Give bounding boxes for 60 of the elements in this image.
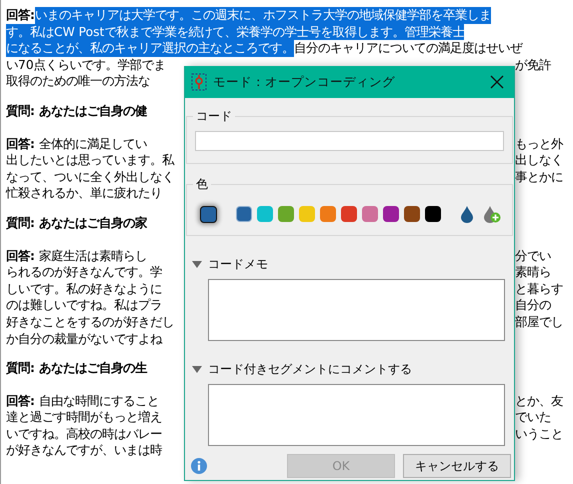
body-text: 自分の — [514, 297, 552, 314]
body-text: いですね。高校の時はバレー — [6, 426, 163, 442]
color-swatch[interactable] — [341, 206, 357, 222]
body-text: もっと外 — [514, 136, 564, 152]
body-text: 素晴ら — [514, 264, 552, 281]
color-swatch[interactable] — [362, 206, 378, 222]
coding-mode-icon — [191, 73, 207, 91]
code-input-field[interactable] — [195, 131, 504, 151]
body-text: 自分のキャリアについての満足度はせいぜ — [294, 40, 522, 57]
section-label: コード付きセグメントにコメントする — [208, 361, 412, 378]
memo-text-area[interactable] — [208, 384, 505, 446]
selected-text: になることが、私のキャリア選択の主なところです。 — [6, 40, 294, 57]
body-text: か自分の裁量がないですよね — [6, 330, 164, 348]
color-swatch[interactable] — [425, 206, 441, 222]
add-drop-icon[interactable] — [483, 205, 501, 223]
color-swatch[interactable] — [257, 206, 273, 222]
drop-icon[interactable] — [460, 205, 474, 223]
body-text: が好きなんですが、いまは時 — [6, 442, 163, 460]
body-text: 出しなく — [514, 152, 564, 169]
body-text: と暮らす — [514, 280, 564, 298]
body-text: 回答: 自由な時間にすること — [6, 392, 160, 410]
question-text: 質問: あなたはご自身の生 — [6, 360, 148, 377]
color-swatch[interactable] — [404, 206, 420, 222]
body-text: が免許 — [514, 56, 552, 74]
body-text: 出したいとは思っています。私 — [6, 152, 176, 169]
body-text: 回答: 家庭生活は素晴らし — [6, 248, 148, 264]
body-text: られるのが好きなんです。学 — [6, 264, 163, 281]
body-text: のは難しいですね。私はプラ — [6, 297, 163, 314]
selected-text: す。私はCW Postで秋まで学業を続けて、栄養学の学士号を取得します。管理栄養士 — [6, 24, 464, 40]
section-label: コードメモ — [208, 256, 268, 273]
body-text: しいです。私の好きなように — [6, 280, 163, 298]
dialog-title: モード：オープンコーディング — [213, 74, 396, 90]
body-text: 達と過ごす時間がもっと増え — [6, 409, 163, 426]
body-text: いうこと — [514, 426, 564, 442]
info-icon[interactable] — [191, 458, 207, 474]
expand-toggle-icon[interactable] — [192, 366, 202, 374]
question-text: 質問: あなたはご自身の健 — [6, 102, 148, 120]
selected-text: いまのキャリアは大学です。この週末に、ホフストラ大学の地域保健学部を卒業しま — [34, 7, 491, 24]
body-text: 忙殺されるか、単に疲れたり — [6, 185, 163, 202]
body-text: 回答: — [6, 7, 35, 24]
body-text: 事とかに — [514, 168, 564, 186]
body-text: 分でい — [514, 248, 552, 264]
color-swatch[interactable] — [236, 206, 252, 222]
body-text: 回答: 全体的に満足してい — [6, 136, 148, 152]
close-icon — [490, 75, 504, 89]
color-swatch[interactable] — [383, 206, 399, 222]
body-text: い70点くらいです。学部でま — [6, 56, 167, 74]
color-swatch[interactable] — [278, 206, 294, 222]
expand-toggle-icon[interactable] — [192, 260, 202, 268]
body-text: なって、ついに全く外出しなく — [6, 168, 175, 186]
color-swatch[interactable] — [320, 206, 336, 222]
body-text: でいた — [514, 409, 552, 426]
body-text: 好きなことをするのが好きだし — [6, 314, 175, 330]
body-text: 部屋でし — [514, 314, 564, 330]
memo-text-area[interactable] — [208, 279, 505, 341]
color-swatch[interactable] — [299, 206, 315, 222]
cancel-button[interactable]: キャンセルする — [403, 454, 511, 478]
question-text: 質問: あなたはご自身の家 — [6, 214, 148, 232]
body-text: とか、友 — [514, 392, 564, 410]
body-text: 取得のための唯一の方法な — [6, 73, 151, 90]
